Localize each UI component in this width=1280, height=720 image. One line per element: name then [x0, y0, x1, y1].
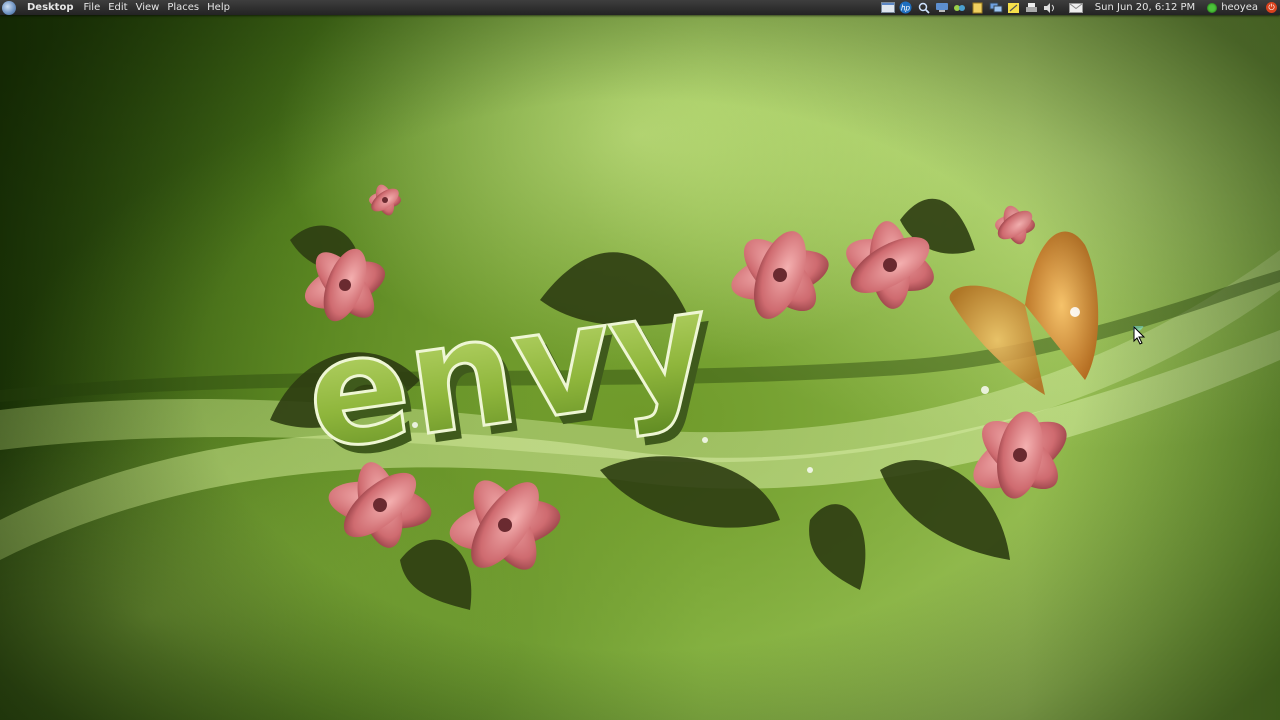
mouse-cursor-icon	[1133, 326, 1146, 345]
volume-icon[interactable]	[1043, 2, 1057, 14]
hp-icon[interactable]: hp	[899, 1, 913, 14]
top-panel: Desktop File Edit View Places Help hp Su…	[0, 0, 1280, 15]
window-list-icon[interactable]	[880, 2, 895, 14]
panel-clock[interactable]: Sun Jun 20, 6:12 PM	[1095, 0, 1195, 15]
network-icon[interactable]	[935, 2, 949, 14]
note-icon[interactable]	[953, 2, 967, 14]
menu-help[interactable]: Help	[203, 0, 234, 15]
username-label: heoyea	[1221, 2, 1258, 13]
menu-view[interactable]: View	[132, 0, 164, 15]
online-status-icon	[1207, 2, 1218, 13]
wallpaper-vignette	[0, 15, 1280, 720]
power-icon[interactable]: ⏻	[1266, 2, 1277, 13]
svg-text:hp: hp	[901, 4, 910, 13]
printer-icon[interactable]	[1025, 2, 1039, 14]
menu-places[interactable]: Places	[163, 0, 203, 15]
search-icon[interactable]	[917, 2, 931, 14]
user-menu[interactable]: heoyea	[1207, 0, 1258, 15]
notes-icon[interactable]	[1007, 2, 1021, 14]
menu-edit[interactable]: Edit	[104, 0, 131, 15]
notification-icon[interactable]	[971, 2, 985, 14]
menu-file[interactable]: File	[80, 0, 105, 15]
panel-menubar: Desktop File Edit View Places Help	[0, 0, 234, 15]
display-icon[interactable]	[989, 2, 1003, 14]
menu-desktop[interactable]: Desktop	[23, 0, 80, 15]
system-tray: hp Sun Jun 20, 6:12 PM heoyea ⏻	[879, 0, 1280, 15]
mail-icon[interactable]	[1068, 2, 1083, 14]
distro-logo-icon[interactable]	[2, 0, 16, 15]
desktop-wallpaper: envy envy	[0, 15, 1280, 720]
